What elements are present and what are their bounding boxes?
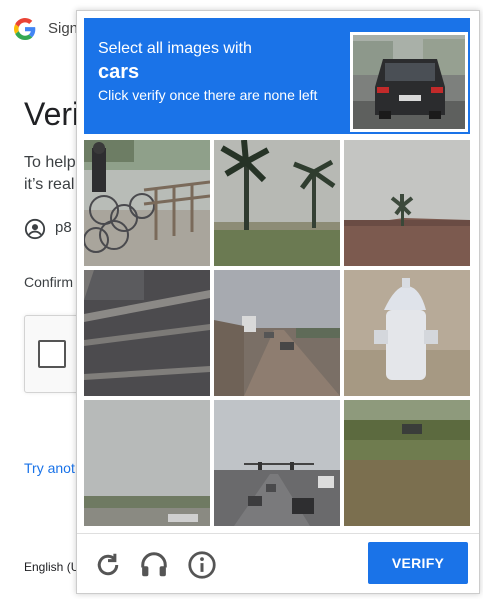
recaptcha-challenge-popup: Select all images with cars Click verify… bbox=[76, 10, 480, 594]
crosswalk-photo-icon bbox=[84, 270, 210, 396]
car-rear-photo-icon bbox=[350, 32, 468, 132]
instruction-keyword: cars bbox=[98, 61, 140, 83]
image-grid bbox=[84, 140, 470, 526]
overcast-sky-photo-tile[interactable] bbox=[84, 400, 210, 526]
overcast-sky-photo-icon bbox=[84, 400, 210, 526]
field-car-photo-tile[interactable] bbox=[344, 400, 470, 526]
street-traffic-photo-icon bbox=[214, 400, 340, 526]
language-selector[interactable]: English (U bbox=[24, 560, 79, 574]
palm-trees-photo-icon bbox=[214, 140, 340, 266]
recaptcha-checkbox[interactable] bbox=[38, 340, 66, 368]
palm-trees-photo-tile[interactable] bbox=[214, 140, 340, 266]
account-email: p8 bbox=[55, 219, 72, 236]
challenge-header: Select all images with cars Click verify… bbox=[84, 18, 470, 134]
account-circle-icon bbox=[24, 218, 46, 240]
fire-hydrant-photo-tile[interactable] bbox=[344, 270, 470, 396]
description-line-1: To help bbox=[24, 154, 76, 171]
confirm-text: Confirm bbox=[24, 274, 74, 290]
google-logo-icon bbox=[14, 18, 36, 40]
highway-cars-photo-tile[interactable] bbox=[214, 270, 340, 396]
highway-cars-photo-icon bbox=[214, 270, 340, 396]
challenge-footer: VERIFY bbox=[77, 533, 479, 594]
palm-roof-photo-tile[interactable] bbox=[344, 140, 470, 266]
fire-hydrant-photo-icon bbox=[344, 270, 470, 396]
page-title: Veri bbox=[24, 96, 80, 132]
verify-button[interactable]: VERIFY bbox=[368, 542, 468, 584]
reload-icon[interactable] bbox=[93, 550, 123, 580]
palm-roof-photo-icon bbox=[344, 140, 470, 266]
sign-in-text: Sign bbox=[48, 20, 79, 37]
headphones-icon[interactable] bbox=[139, 550, 169, 580]
bicycles-photo-tile[interactable] bbox=[84, 140, 210, 266]
instruction-line: Select all images with bbox=[98, 40, 252, 57]
bicycles-photo-icon bbox=[84, 140, 210, 266]
crosswalk-photo-tile[interactable] bbox=[84, 270, 210, 396]
instruction-subtext: Click verify once there are none left bbox=[98, 87, 318, 103]
info-icon[interactable] bbox=[187, 550, 217, 580]
street-traffic-photo-tile[interactable] bbox=[214, 400, 340, 526]
field-car-photo-icon bbox=[344, 400, 470, 526]
try-another-way-link[interactable]: Try anot bbox=[24, 460, 75, 476]
description-line-2: it’s real bbox=[24, 176, 75, 193]
page-description: To help it’s real bbox=[24, 152, 84, 196]
